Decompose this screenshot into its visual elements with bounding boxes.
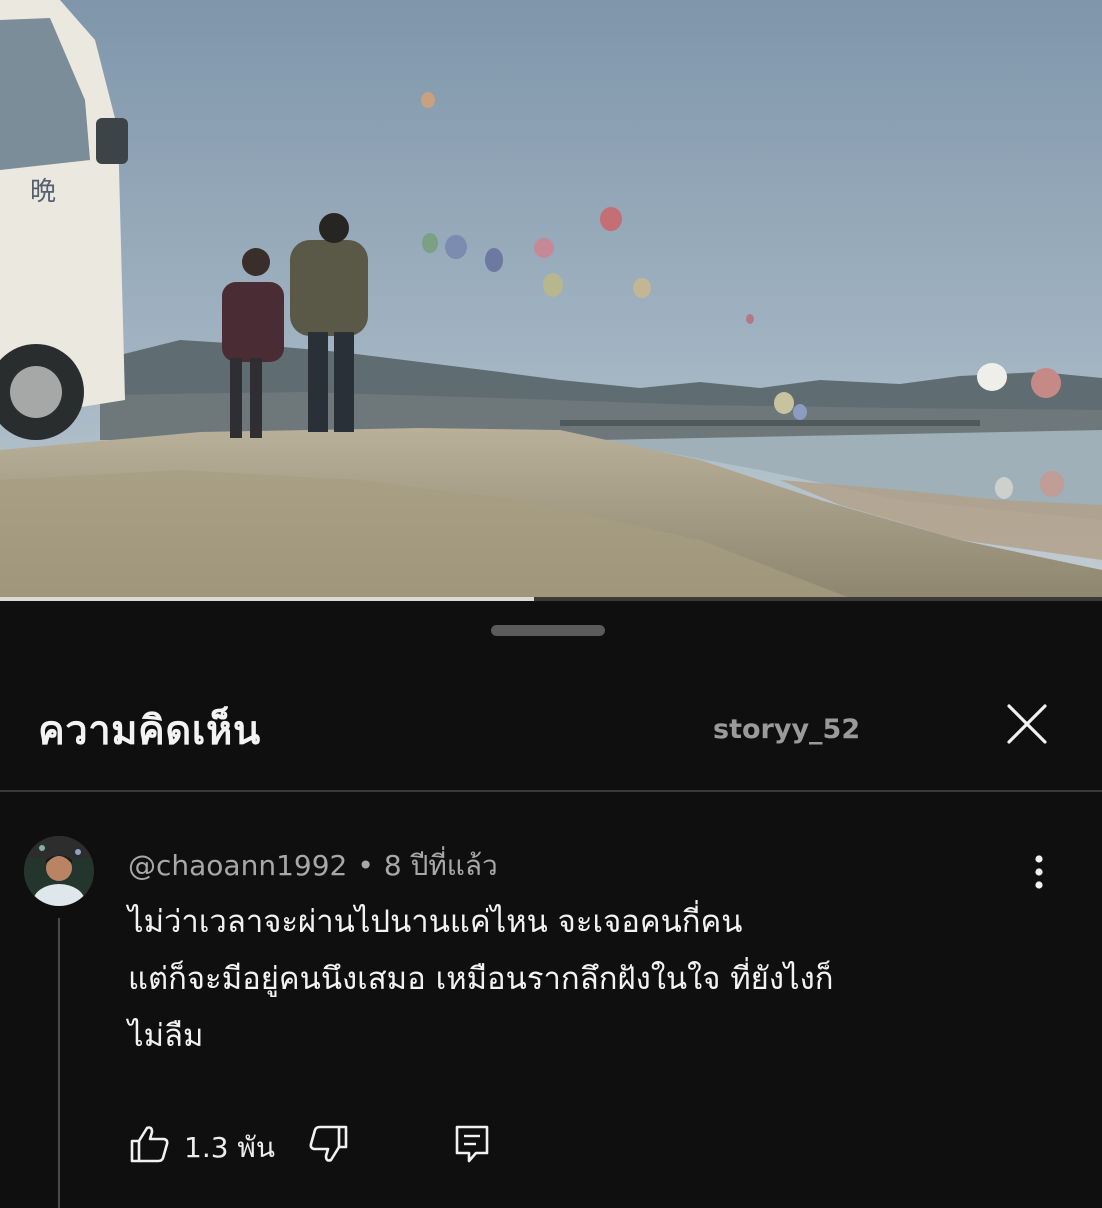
comment-actions: 1.3 พัน: [128, 1122, 528, 1172]
comment-time: 8 ปีที่แล้ว: [383, 849, 498, 882]
comment-item: @chaoann1992 • 8 ปีที่แล้ว ไม่ว่าเวลาจะผ่า…: [0, 830, 1102, 1208]
dislike-button[interactable]: [306, 1122, 350, 1166]
watermark: storyy_52: [713, 714, 861, 745]
thumbs-up-icon: [130, 1126, 169, 1163]
comment-line: ไม่ลืม: [128, 1018, 204, 1054]
comment-text: ไม่ว่าเวลาจะผ่านไปนานแค่ไหน จะเจอคนกี่คน…: [128, 894, 1028, 1065]
thumbs-down-icon: [309, 1125, 348, 1162]
thread-line: [58, 918, 60, 1208]
more-vertical-icon: [1035, 855, 1043, 889]
more-options-button[interactable]: [1022, 850, 1056, 894]
close-icon: [1007, 704, 1047, 744]
reply-icon: [455, 1125, 489, 1163]
comments-title: ความคิดเห็น: [38, 708, 261, 754]
comment-meta: @chaoann1992 • 8 ปีที่แล้ว: [128, 844, 498, 888]
video-progress-bar[interactable]: [0, 597, 1102, 601]
meta-separator: •: [357, 849, 374, 882]
like-count: 1.3 พัน: [184, 1131, 276, 1164]
avatar[interactable]: [24, 836, 94, 906]
comments-header: ความคิดเห็น storyy_52: [0, 690, 1102, 770]
comment-line: ไม่ว่าเวลาจะผ่านไปนานแค่ไหน จะเจอคนกี่คน: [128, 904, 743, 940]
video-progress-fill: [0, 597, 535, 601]
close-button[interactable]: [1004, 701, 1050, 747]
header-divider: [0, 790, 1102, 792]
video-frame-image: 晩: [0, 0, 1102, 598]
video-player[interactable]: 晩: [0, 0, 1102, 598]
sheet-drag-handle[interactable]: [491, 625, 605, 636]
avatar-image: [24, 836, 94, 906]
comment-line: แต่ก็จะมีอยู่คนนึงเสมอ เหมือนรากลึกฝังใน…: [128, 961, 834, 997]
reply-button[interactable]: [452, 1122, 492, 1166]
comment-author[interactable]: @chaoann1992: [128, 849, 347, 882]
svg-text:晩: 晩: [30, 177, 56, 207]
like-button[interactable]: [128, 1122, 172, 1166]
